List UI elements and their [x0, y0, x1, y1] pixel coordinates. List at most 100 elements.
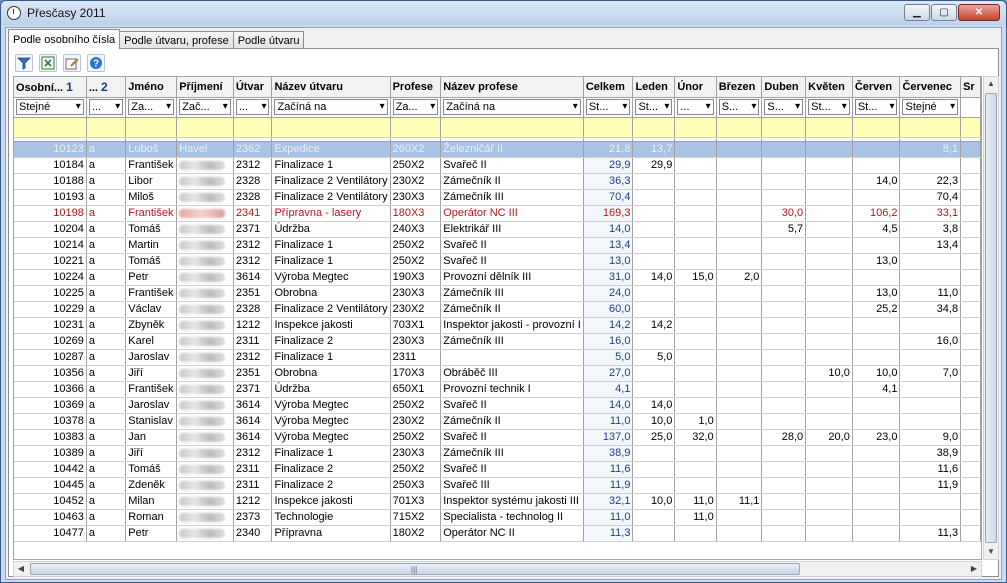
table-cell[interactable]: Svařeč II [440, 429, 584, 446]
table-cell[interactable] [632, 189, 676, 206]
table-cell[interactable] [176, 317, 234, 334]
table-cell[interactable]: 9,0 [899, 429, 962, 446]
table-cell[interactable] [632, 461, 676, 478]
table-cell[interactable] [960, 461, 981, 478]
table-cell[interactable]: 230X2 [390, 173, 442, 190]
table-cell[interactable]: Provozní technik I [440, 381, 584, 398]
table-cell[interactable]: 2,0 [716, 269, 763, 286]
filter-dropdown[interactable]: Za... [128, 99, 175, 115]
column-header[interactable]: Jméno [125, 77, 178, 98]
table-cell[interactable] [960, 237, 981, 254]
filter-dropdown[interactable]: ... [235, 99, 270, 115]
table-cell[interactable] [716, 205, 763, 222]
table-cell[interactable]: 230X3 [390, 189, 442, 206]
table-cell[interactable] [960, 413, 981, 430]
table-cell[interactable]: 29,9 [632, 157, 676, 174]
table-cell[interactable]: 240X3 [390, 221, 442, 238]
table-cell[interactable] [960, 157, 981, 174]
table-cell[interactable]: 230X3 [390, 445, 442, 462]
table-cell[interactable] [761, 333, 807, 350]
table-cell[interactable]: Jiří [125, 445, 178, 462]
table-cell[interactable] [674, 445, 717, 462]
table-cell[interactable]: Inspekce jakosti [271, 317, 391, 334]
table-cell[interactable] [761, 445, 807, 462]
table-cell[interactable]: 250X2 [390, 461, 442, 478]
table-cell[interactable] [960, 141, 981, 158]
table-cell[interactable]: a [86, 285, 127, 302]
table-cell[interactable]: 2312 [233, 253, 273, 270]
table-cell[interactable] [176, 413, 234, 430]
table-cell[interactable]: Svařeč III [440, 477, 584, 494]
vertical-scrollbar[interactable]: ▲ ▼ [983, 76, 999, 560]
table-cell[interactable]: 70,4 [583, 189, 634, 206]
table-cell[interactable] [674, 285, 717, 302]
table-cell[interactable] [716, 301, 763, 318]
table-cell[interactable]: Zámečník III [440, 285, 584, 302]
table-cell[interactable]: a [86, 365, 127, 382]
table-cell[interactable] [899, 493, 962, 510]
table-cell[interactable] [176, 445, 234, 462]
filter-dropdown[interactable]: Zač... [179, 99, 231, 115]
table-cell[interactable] [176, 333, 234, 350]
table-cell[interactable]: 13,7 [632, 141, 676, 158]
filter-value-input[interactable] [632, 117, 676, 138]
table-cell[interactable] [899, 413, 962, 430]
filter-dropdown[interactable]: Začíná na [443, 99, 581, 115]
table-row[interactable]: 10369 a Jaroslav 3614 Výroba Megtec 250X2 Svař… [14, 397, 981, 414]
table-cell[interactable] [899, 397, 962, 414]
table-cell[interactable]: 1212 [233, 317, 273, 334]
table-cell[interactable]: Přípravna [271, 525, 391, 542]
table-row[interactable]: 10287 a Jaroslav 2312 Finalizace 1 2311 5,0 5,0 [14, 349, 981, 366]
table-cell[interactable]: Václav [125, 301, 178, 318]
table-cell[interactable] [960, 445, 981, 462]
table-cell[interactable]: 16,0 [899, 333, 962, 350]
table-cell[interactable]: 10269 [14, 333, 87, 350]
table-cell[interactable]: a [86, 461, 127, 478]
table-cell[interactable] [674, 397, 717, 414]
table-cell[interactable] [716, 317, 763, 334]
filter-icon[interactable] [15, 54, 33, 72]
column-header[interactable]: Profese [390, 77, 442, 98]
table-cell[interactable]: 11,0 [674, 493, 717, 510]
table-cell[interactable]: a [86, 221, 127, 238]
edit-icon[interactable] [63, 54, 81, 72]
column-header[interactable]: Název útvaru [271, 77, 391, 98]
table-cell[interactable]: 21,8 [583, 141, 634, 158]
table-cell[interactable] [960, 525, 981, 542]
filter-value-input[interactable] [440, 117, 584, 138]
tab-by-personal-number[interactable]: Podle osobního čísla [8, 29, 121, 49]
table-cell[interactable] [805, 493, 853, 510]
table-cell[interactable]: 250X3 [390, 477, 442, 494]
table-cell[interactable] [716, 189, 763, 206]
filter-value-input[interactable] [583, 117, 634, 138]
table-cell[interactable] [805, 477, 853, 494]
filter-value-input[interactable] [271, 117, 391, 138]
table-cell[interactable] [852, 237, 901, 254]
table-cell[interactable] [716, 477, 763, 494]
scroll-right-icon[interactable]: ▶ [967, 562, 981, 576]
table-cell[interactable]: 2341 [233, 205, 273, 222]
table-cell[interactable]: 25,0 [632, 429, 676, 446]
table-cell[interactable]: a [86, 381, 127, 398]
table-cell[interactable] [960, 381, 981, 398]
table-cell[interactable] [761, 157, 807, 174]
filter-value-input[interactable] [960, 117, 981, 138]
column-header[interactable]: Červen [852, 77, 901, 98]
filter-dropdown[interactable]: St... [635, 99, 673, 115]
table-cell[interactable]: 2373 [233, 509, 273, 526]
table-cell[interactable]: Obráběč III [440, 365, 584, 382]
table-cell[interactable]: 14,2 [632, 317, 676, 334]
filter-value-input[interactable] [125, 117, 178, 138]
table-cell[interactable] [176, 269, 234, 286]
table-cell[interactable]: Expedice [271, 141, 391, 158]
table-row[interactable]: 10224 a Petr 3614 Výroba Megtec 190X3 Provozní… [14, 269, 981, 286]
table-cell[interactable] [716, 381, 763, 398]
table-cell[interactable] [632, 253, 676, 270]
table-cell[interactable] [852, 493, 901, 510]
table-cell[interactable]: František [125, 157, 178, 174]
table-cell[interactable]: Zámečník II [440, 301, 584, 318]
table-cell[interactable]: 10383 [14, 429, 87, 446]
table-cell[interactable] [852, 445, 901, 462]
column-header[interactable]: Útvar [233, 77, 273, 98]
table-cell[interactable]: 2371 [233, 221, 273, 238]
